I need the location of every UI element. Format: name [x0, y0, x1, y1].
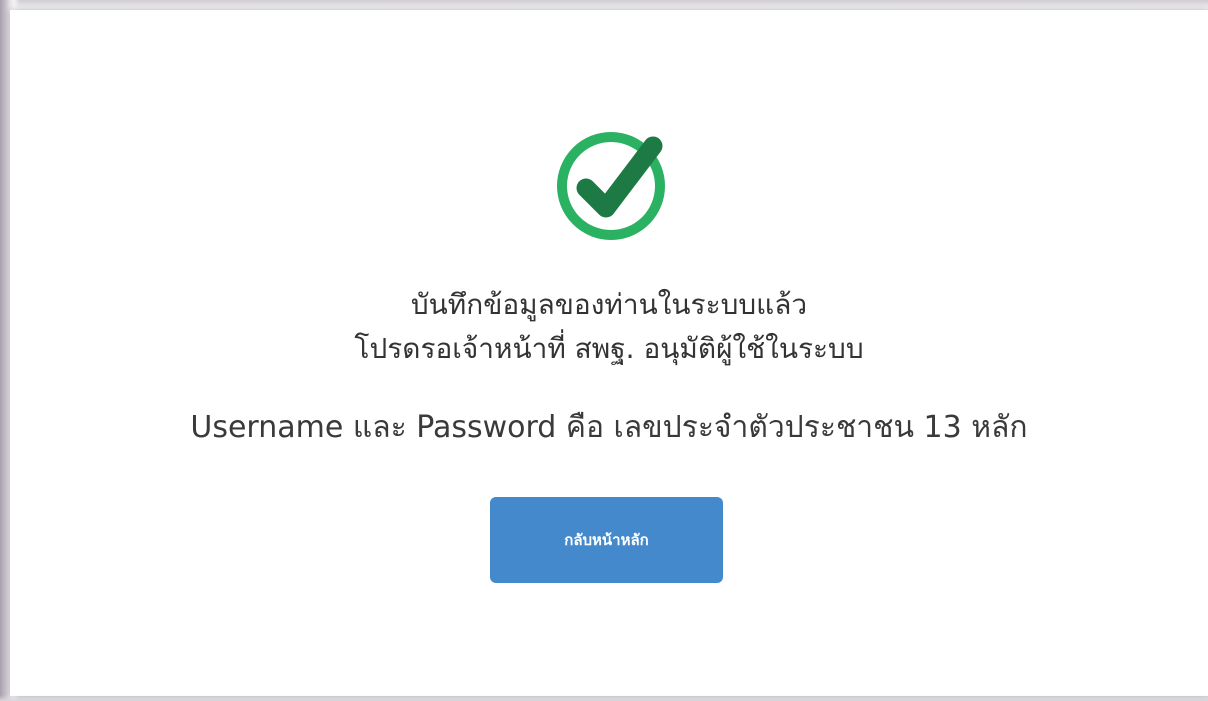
await-approval-message: โปรดรอเจ้าหน้าที่ สพฐ. อนุมัติผู้ใช้ในระ… [354, 332, 864, 365]
saved-message: บันทึกข้อมูลของท่านในระบบแล้ว [410, 288, 808, 321]
back-to-home-button[interactable]: กลับหน้าหลัก [490, 497, 723, 583]
confirmation-card: บันทึกข้อมูลของท่านในระบบแล้ว โปรดรอเจ้า… [10, 10, 1208, 696]
success-check-icon [554, 126, 668, 240]
credentials-info: Username และ Password คือ เลขประจำตัวประ… [190, 410, 1028, 445]
bottom-edge [0, 695, 1208, 701]
